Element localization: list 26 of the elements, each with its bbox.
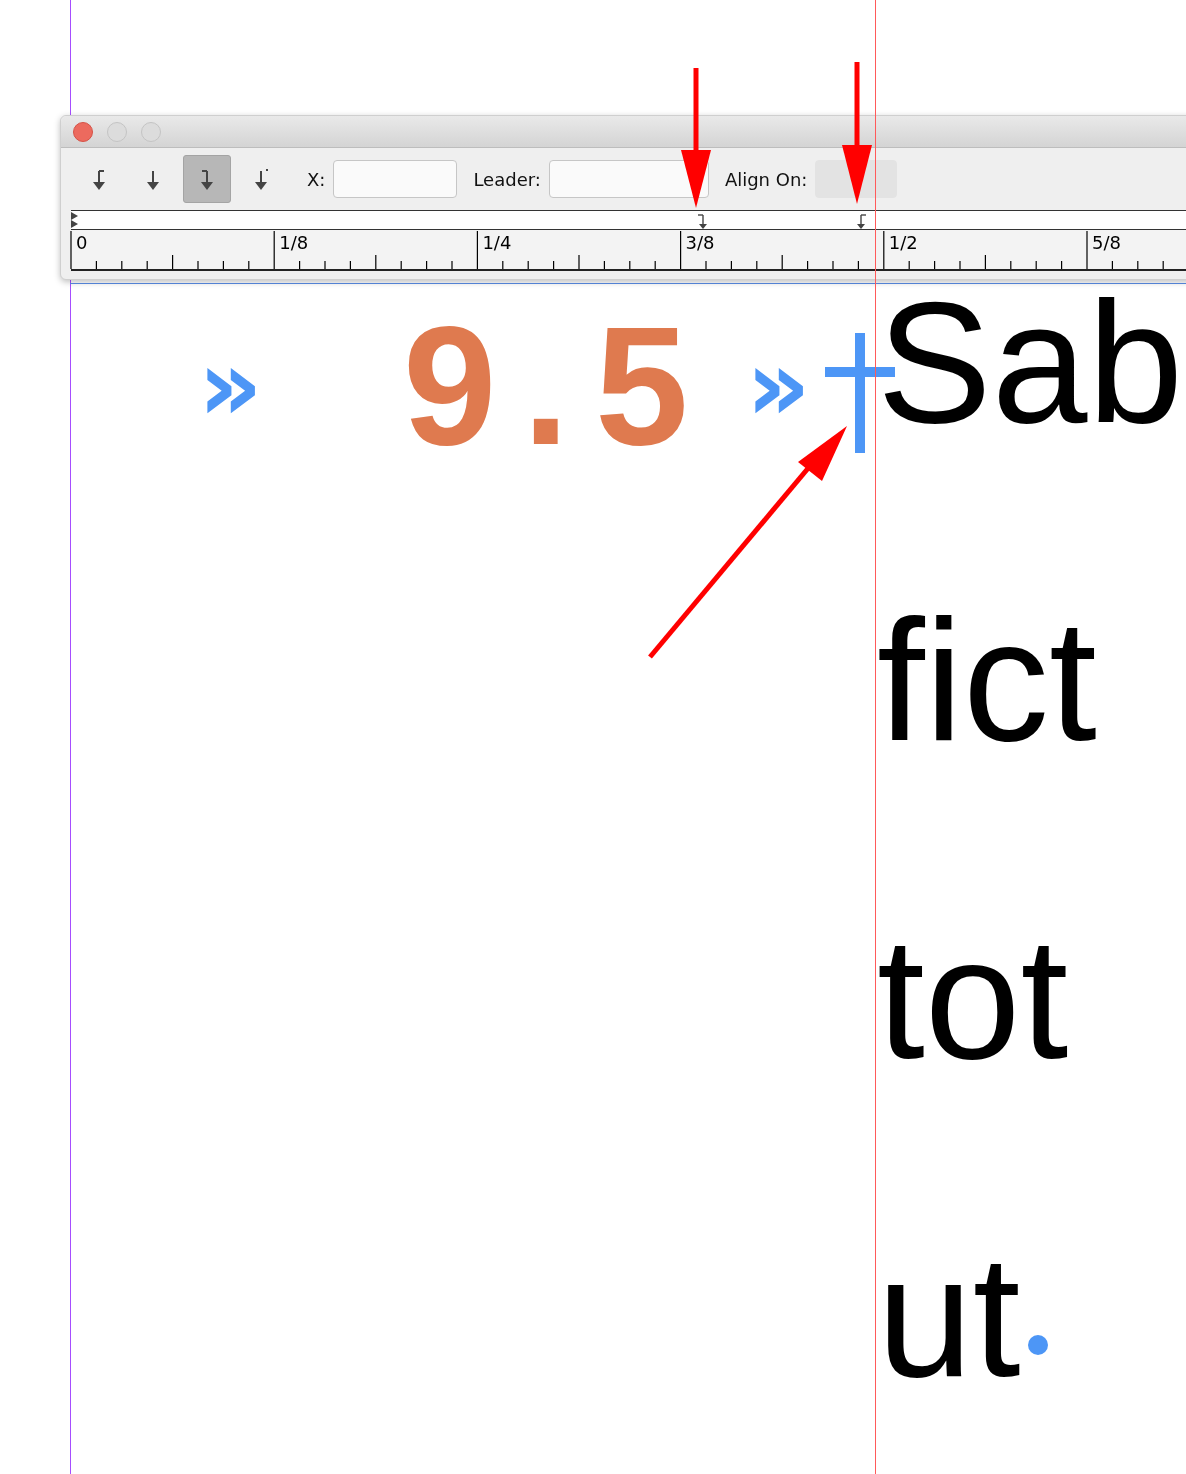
right-tab-button[interactable] xyxy=(183,155,231,203)
space-marker xyxy=(1028,1335,1049,1355)
ruler[interactable]: 0 1/8 1/4 3/8 1/2 5/8 xyxy=(71,230,1186,271)
decimal-number: 9.5 xyxy=(403,302,715,470)
leader-label: Leader: xyxy=(473,168,541,190)
ruler-label: 5/8 xyxy=(1092,232,1121,253)
ruler-label: 1/2 xyxy=(888,232,918,253)
body-text: fict xyxy=(877,594,1097,766)
tab-stop-bar[interactable] xyxy=(71,210,1186,230)
x-label: X: xyxy=(307,168,326,190)
body-text: tot xyxy=(877,912,1069,1084)
x-field[interactable] xyxy=(333,160,458,198)
tab-character: » xyxy=(746,336,811,436)
leader-field[interactable] xyxy=(548,160,709,198)
left-tab-stop-icon[interactable] xyxy=(855,213,867,229)
align-on-label: Align On: xyxy=(724,168,808,190)
ruler-label: 1/8 xyxy=(279,232,309,253)
ruler-label: 3/8 xyxy=(685,232,715,253)
right-tab-stop-icon[interactable] xyxy=(697,213,709,229)
body-text: Sab xyxy=(877,276,1184,448)
indent-marker-icon[interactable] xyxy=(71,212,79,228)
ruler-label: 0 xyxy=(76,232,88,253)
body-text: ut xyxy=(877,1230,1021,1402)
ruler-label: 1/4 xyxy=(482,232,512,253)
close-button[interactable] xyxy=(73,121,93,142)
tab-character: » xyxy=(198,336,263,436)
